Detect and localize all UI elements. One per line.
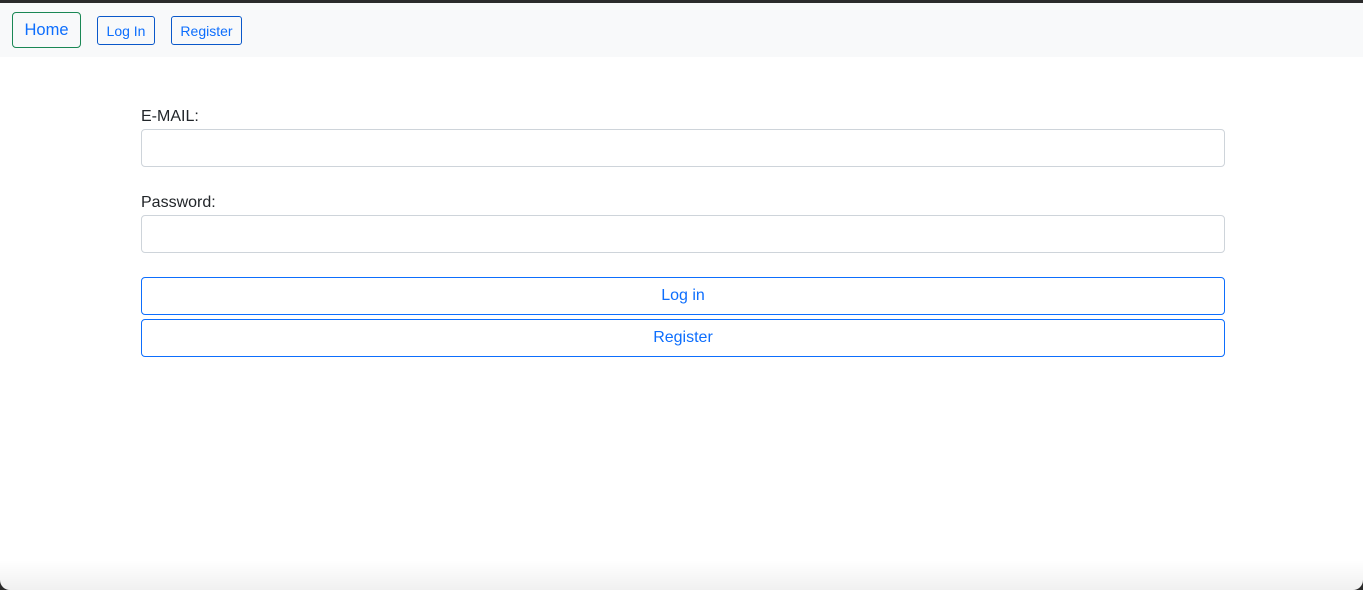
home-button[interactable]: Home [12, 12, 81, 48]
email-field[interactable] [141, 129, 1225, 167]
password-label: Password: [141, 194, 216, 211]
nav-login-button[interactable]: Log In [97, 16, 155, 45]
login-button[interactable]: Log in [141, 277, 1225, 315]
navbar: Home Log In Register [0, 3, 1363, 57]
password-field[interactable] [141, 215, 1225, 253]
window-bottom-shadow [0, 560, 1363, 590]
email-label: E-MAIL: [141, 108, 199, 125]
browser-viewport: Home Log In Register E-MAIL: Password: L… [0, 3, 1363, 590]
register-button[interactable]: Register [141, 319, 1225, 357]
nav-register-button[interactable]: Register [171, 16, 242, 45]
